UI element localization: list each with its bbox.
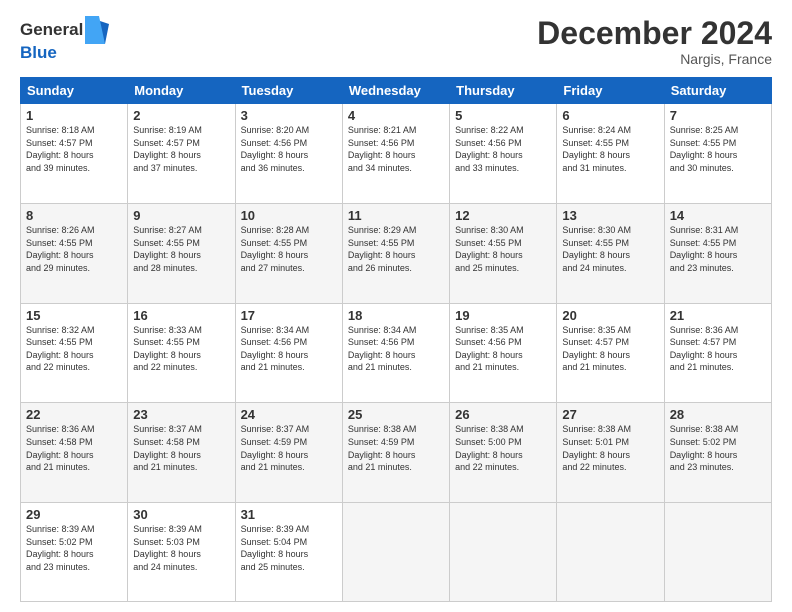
day-6: 6 Sunrise: 8:24 AMSunset: 4:55 PMDayligh…	[557, 104, 664, 204]
day-27: 27 Sunrise: 8:38 AMSunset: 5:01 PMDaylig…	[557, 403, 664, 503]
day-12: 12 Sunrise: 8:30 AMSunset: 4:55 PMDaylig…	[450, 203, 557, 303]
empty-cell-2	[450, 503, 557, 602]
day-26: 26 Sunrise: 8:38 AMSunset: 5:00 PMDaylig…	[450, 403, 557, 503]
day-25: 25 Sunrise: 8:38 AMSunset: 4:59 PMDaylig…	[342, 403, 449, 503]
calendar-table: Sunday Monday Tuesday Wednesday Thursday…	[20, 77, 772, 602]
col-saturday: Saturday	[664, 78, 771, 104]
day-20: 20 Sunrise: 8:35 AMSunset: 4:57 PMDaylig…	[557, 303, 664, 403]
day-19: 19 Sunrise: 8:35 AMSunset: 4:56 PMDaylig…	[450, 303, 557, 403]
week-row-5: 29 Sunrise: 8:39 AMSunset: 5:02 PMDaylig…	[21, 503, 772, 602]
day-5: 5 Sunrise: 8:22 AMSunset: 4:56 PMDayligh…	[450, 104, 557, 204]
page-header: General Blue December 2024 Nargis, Franc…	[20, 16, 772, 67]
logo-blue-text: Blue	[20, 44, 109, 63]
day-30: 30 Sunrise: 8:39 AMSunset: 5:03 PMDaylig…	[128, 503, 235, 602]
week-row-3: 15 Sunrise: 8:32 AMSunset: 4:55 PMDaylig…	[21, 303, 772, 403]
day-18: 18 Sunrise: 8:34 AMSunset: 4:56 PMDaylig…	[342, 303, 449, 403]
day-15: 15 Sunrise: 8:32 AMSunset: 4:55 PMDaylig…	[21, 303, 128, 403]
week-row-1: 1 Sunrise: 8:18 AMSunset: 4:57 PMDayligh…	[21, 104, 772, 204]
day-3: 3 Sunrise: 8:20 AMSunset: 4:56 PMDayligh…	[235, 104, 342, 204]
day-14: 14 Sunrise: 8:31 AMSunset: 4:55 PMDaylig…	[664, 203, 771, 303]
day-22: 22 Sunrise: 8:36 AMSunset: 4:58 PMDaylig…	[21, 403, 128, 503]
day-9: 9 Sunrise: 8:27 AMSunset: 4:55 PMDayligh…	[128, 203, 235, 303]
day-7: 7 Sunrise: 8:25 AMSunset: 4:55 PMDayligh…	[664, 104, 771, 204]
day-23: 23 Sunrise: 8:37 AMSunset: 4:58 PMDaylig…	[128, 403, 235, 503]
day-21: 21 Sunrise: 8:36 AMSunset: 4:57 PMDaylig…	[664, 303, 771, 403]
location-text: Nargis, France	[537, 51, 772, 67]
week-row-2: 8 Sunrise: 8:26 AMSunset: 4:55 PMDayligh…	[21, 203, 772, 303]
day-1: 1 Sunrise: 8:18 AMSunset: 4:57 PMDayligh…	[21, 104, 128, 204]
day-13: 13 Sunrise: 8:30 AMSunset: 4:55 PMDaylig…	[557, 203, 664, 303]
day-8: 8 Sunrise: 8:26 AMSunset: 4:55 PMDayligh…	[21, 203, 128, 303]
calendar-header-row: Sunday Monday Tuesday Wednesday Thursday…	[21, 78, 772, 104]
title-area: December 2024 Nargis, France	[537, 16, 772, 67]
day-10: 10 Sunrise: 8:28 AMSunset: 4:55 PMDaylig…	[235, 203, 342, 303]
col-friday: Friday	[557, 78, 664, 104]
empty-cell-1	[342, 503, 449, 602]
empty-cell-3	[557, 503, 664, 602]
day-24: 24 Sunrise: 8:37 AMSunset: 4:59 PMDaylig…	[235, 403, 342, 503]
col-monday: Monday	[128, 78, 235, 104]
col-tuesday: Tuesday	[235, 78, 342, 104]
day-29: 29 Sunrise: 8:39 AMSunset: 5:02 PMDaylig…	[21, 503, 128, 602]
day-16: 16 Sunrise: 8:33 AMSunset: 4:55 PMDaylig…	[128, 303, 235, 403]
col-sunday: Sunday	[21, 78, 128, 104]
week-row-4: 22 Sunrise: 8:36 AMSunset: 4:58 PMDaylig…	[21, 403, 772, 503]
logo: General Blue	[20, 16, 109, 63]
day-28: 28 Sunrise: 8:38 AMSunset: 5:02 PMDaylig…	[664, 403, 771, 503]
col-thursday: Thursday	[450, 78, 557, 104]
day-17: 17 Sunrise: 8:34 AMSunset: 4:56 PMDaylig…	[235, 303, 342, 403]
day-11: 11 Sunrise: 8:29 AMSunset: 4:55 PMDaylig…	[342, 203, 449, 303]
day-2: 2 Sunrise: 8:19 AMSunset: 4:57 PMDayligh…	[128, 104, 235, 204]
empty-cell-4	[664, 503, 771, 602]
day-4: 4 Sunrise: 8:21 AMSunset: 4:56 PMDayligh…	[342, 104, 449, 204]
logo-icon	[85, 16, 109, 44]
day-31: 31 Sunrise: 8:39 AMSunset: 5:04 PMDaylig…	[235, 503, 342, 602]
month-title: December 2024	[537, 16, 772, 51]
logo-general-text: General	[20, 21, 83, 40]
col-wednesday: Wednesday	[342, 78, 449, 104]
